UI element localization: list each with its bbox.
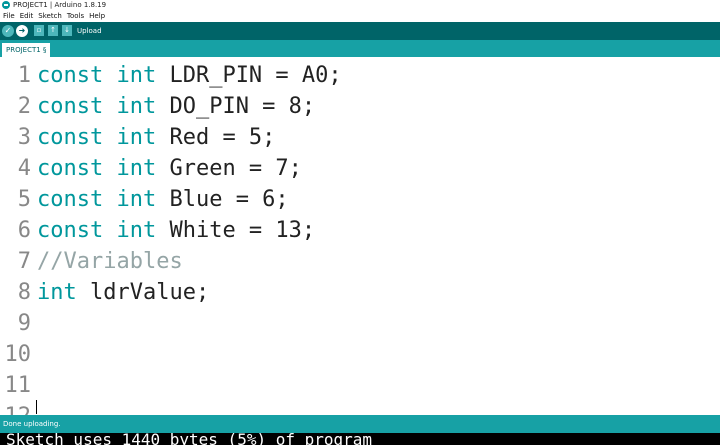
toolbar-hover-label: Upload xyxy=(77,27,102,35)
code-keyword: const int xyxy=(37,187,157,212)
menu-edit[interactable]: Edit xyxy=(18,11,36,22)
code-line: const int Blue = 6; xyxy=(37,184,289,215)
line-number-gutter: 1 2 3 4 5 6 7 8 9 10 11 12 xyxy=(0,57,35,415)
code-text: DO_PIN = 8; xyxy=(156,94,316,119)
code-keyword: const int xyxy=(37,156,157,181)
line-number: 4 xyxy=(17,156,31,181)
window-title: PROJECT1 | Arduino 1.8.19 xyxy=(13,1,107,9)
code-keyword: const int xyxy=(37,218,157,243)
code-keyword: const int xyxy=(37,63,157,88)
new-file-icon: ▫ xyxy=(36,26,42,34)
code-keyword: int xyxy=(37,280,77,305)
console-output[interactable]: Sketch uses 1440 bytes (5%) of program xyxy=(0,433,720,445)
title-bar: PROJECT1 | Arduino 1.8.19 xyxy=(0,0,720,11)
code-text: Blue = 6; xyxy=(156,187,289,212)
menu-tools[interactable]: Tools xyxy=(65,11,86,22)
status-message: Done uploading. xyxy=(3,420,61,428)
upload-button[interactable]: ➜ xyxy=(16,25,28,37)
line-number: 12 xyxy=(1,401,32,415)
code-keyword: const int xyxy=(37,94,157,119)
line-number: 9 xyxy=(17,311,31,336)
up-arrow-icon: ↑ xyxy=(50,26,56,34)
code-keyword: const int xyxy=(37,125,157,150)
code-line: const int White = 13; xyxy=(37,215,315,246)
line-number: 6 xyxy=(17,218,31,243)
code-line: const int Green = 7; xyxy=(37,153,302,184)
line-number: 5 xyxy=(17,187,31,212)
code-line: int ldrValue; xyxy=(37,277,209,308)
code-text: LDR_PIN = A0; xyxy=(156,63,342,88)
code-line: const int Red = 5; xyxy=(37,122,275,153)
arduino-logo-icon xyxy=(2,1,10,9)
line-number: 8 xyxy=(17,280,31,305)
menu-help[interactable]: Help xyxy=(87,11,107,22)
code-comment: //Variables xyxy=(37,249,183,274)
tab-project1[interactable]: PROJECT1 § xyxy=(2,43,51,57)
code-text: Green = 7; xyxy=(156,156,302,181)
line-number: 10 xyxy=(4,342,32,367)
code-text: ldrValue; xyxy=(76,280,210,305)
checkmark-icon: ✓ xyxy=(4,26,12,35)
code-text: Red = 5; xyxy=(156,125,276,150)
code-text: White = 13; xyxy=(156,218,316,243)
menu-file[interactable]: File xyxy=(1,11,17,22)
code-line: //Variables xyxy=(37,246,183,277)
code-line: const int DO_PIN = 8; xyxy=(37,91,315,122)
down-arrow-icon: ↓ xyxy=(64,26,70,34)
line-number: 2 xyxy=(17,94,31,119)
line-number: 11 xyxy=(4,373,32,398)
code-editor[interactable]: 1 2 3 4 5 6 7 8 9 10 11 12 const int LDR… xyxy=(0,57,720,415)
line-number: 7 xyxy=(17,249,31,274)
console-text: Sketch uses 1440 bytes (5%) of program xyxy=(6,433,373,445)
text-cursor xyxy=(36,400,37,414)
right-arrow-icon: ➜ xyxy=(18,26,26,35)
toolbar: ✓ ➜ ▫ ↑ ↓ Upload xyxy=(0,22,720,40)
line-number: 1 xyxy=(17,63,31,88)
code-line: const int LDR_PIN = A0; xyxy=(37,60,342,91)
open-button[interactable]: ↑ xyxy=(48,25,58,36)
new-button[interactable]: ▫ xyxy=(34,25,44,36)
line-number: 3 xyxy=(17,125,31,150)
menu-sketch[interactable]: Sketch xyxy=(36,11,64,22)
tab-bar: PROJECT1 § xyxy=(0,40,720,57)
status-bar: Done uploading. xyxy=(0,415,720,433)
save-button[interactable]: ↓ xyxy=(62,25,72,36)
verify-button[interactable]: ✓ xyxy=(2,25,14,37)
menu-bar: File Edit Sketch Tools Help xyxy=(0,11,720,22)
